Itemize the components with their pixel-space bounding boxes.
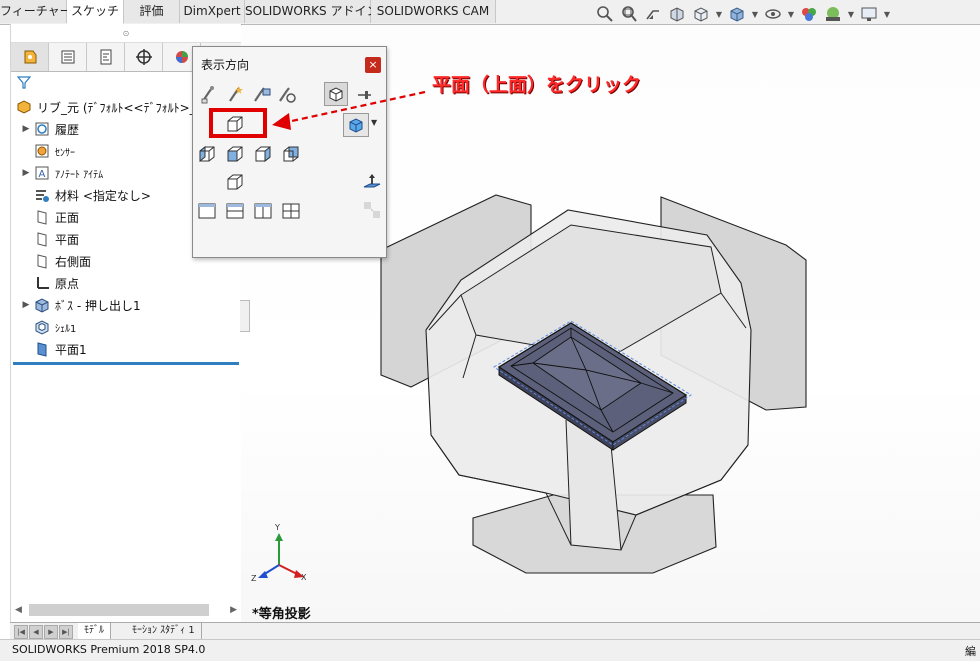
first-tab-icon[interactable]: |◀	[14, 625, 28, 639]
tab-motion-study[interactable]: ﾓｰｼｮﾝ ｽﾀﾃﾞｨ 1	[126, 623, 202, 639]
tab-model[interactable]: ﾓﾃﾞﾙ	[78, 623, 111, 639]
prev-tab-icon[interactable]: ◀	[29, 625, 43, 639]
last-tab-icon[interactable]: ▶|	[59, 625, 73, 639]
annotation-arrow	[272, 90, 426, 130]
status-text: SOLIDWORKS Premium 2018 SP4.0	[12, 643, 206, 656]
bottom-tab-bar: |◀ ◀ ▶ ▶| ﾓﾃﾞﾙ ﾓｰｼｮﾝ ｽﾀﾃﾞｨ 1	[10, 622, 980, 640]
instruction-annotation: 平面（上面）をクリック	[432, 74, 642, 96]
status-bar: SOLIDWORKS Premium 2018 SP4.0 編	[0, 639, 980, 661]
next-tab-icon[interactable]: ▶	[44, 625, 58, 639]
status-right-text[interactable]: 編	[965, 643, 976, 659]
